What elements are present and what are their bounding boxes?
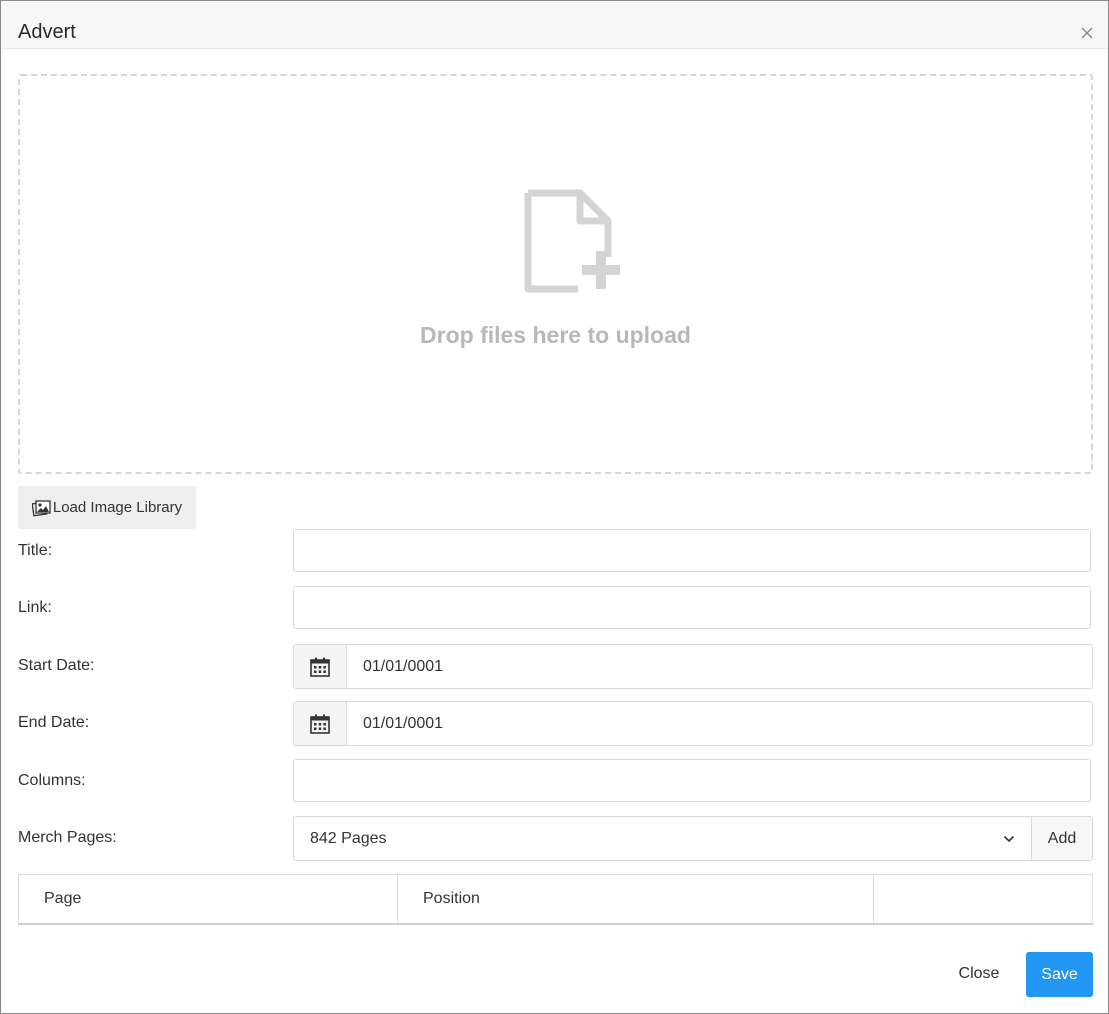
title-label: Title:: [18, 542, 53, 559]
start-date-input[interactable]: 01/01/0001: [347, 645, 443, 688]
start-date-picker-button[interactable]: [294, 645, 347, 688]
merch-pages-selected: 842 Pages: [310, 829, 387, 847]
title-input[interactable]: [293, 529, 1091, 572]
merch-pages-label: Merch Pages:: [18, 829, 117, 846]
end-date-picker-button[interactable]: [294, 702, 347, 745]
load-image-library-label: Load Image Library: [52, 499, 183, 516]
chevron-down-icon: [1003, 835, 1015, 842]
close-icon[interactable]: [1080, 26, 1094, 40]
table-header-position: Position: [397, 875, 873, 923]
end-date-group: 01/01/0001: [293, 701, 1093, 746]
file-add-icon: [524, 189, 620, 293]
merch-pages-select[interactable]: 842 Pages: [294, 817, 1031, 860]
merch-pages-table: Page Position: [18, 874, 1093, 925]
close-button[interactable]: Close: [941, 952, 1017, 996]
modal-header: Advert: [1, 1, 1108, 49]
modal-title: Advert: [18, 21, 76, 43]
start-date-group: 01/01/0001: [293, 644, 1093, 689]
link-label: Link:: [18, 599, 52, 616]
advert-modal: Advert Drop files here to upload Load Im…: [0, 0, 1109, 1014]
calendar-icon: [310, 657, 330, 677]
link-input[interactable]: [293, 586, 1091, 629]
columns-input[interactable]: [293, 759, 1091, 802]
end-date-label: End Date:: [18, 714, 90, 731]
columns-label: Columns:: [18, 772, 86, 789]
dropzone-text: Drop files here to upload: [420, 322, 691, 348]
load-image-library-button[interactable]: Load Image Library: [18, 486, 196, 529]
table-header-actions: [873, 875, 1092, 923]
add-page-button[interactable]: Add: [1031, 817, 1092, 860]
merch-pages-group: 842 Pages Add: [293, 816, 1093, 861]
end-date-input[interactable]: 01/01/0001: [347, 702, 443, 745]
file-dropzone[interactable]: Drop files here to upload: [18, 74, 1093, 474]
start-date-label: Start Date:: [18, 657, 95, 674]
image-library-icon: [31, 499, 51, 517]
save-button[interactable]: Save: [1026, 952, 1093, 997]
table-header-page: Page: [44, 890, 82, 907]
calendar-icon: [310, 714, 330, 734]
